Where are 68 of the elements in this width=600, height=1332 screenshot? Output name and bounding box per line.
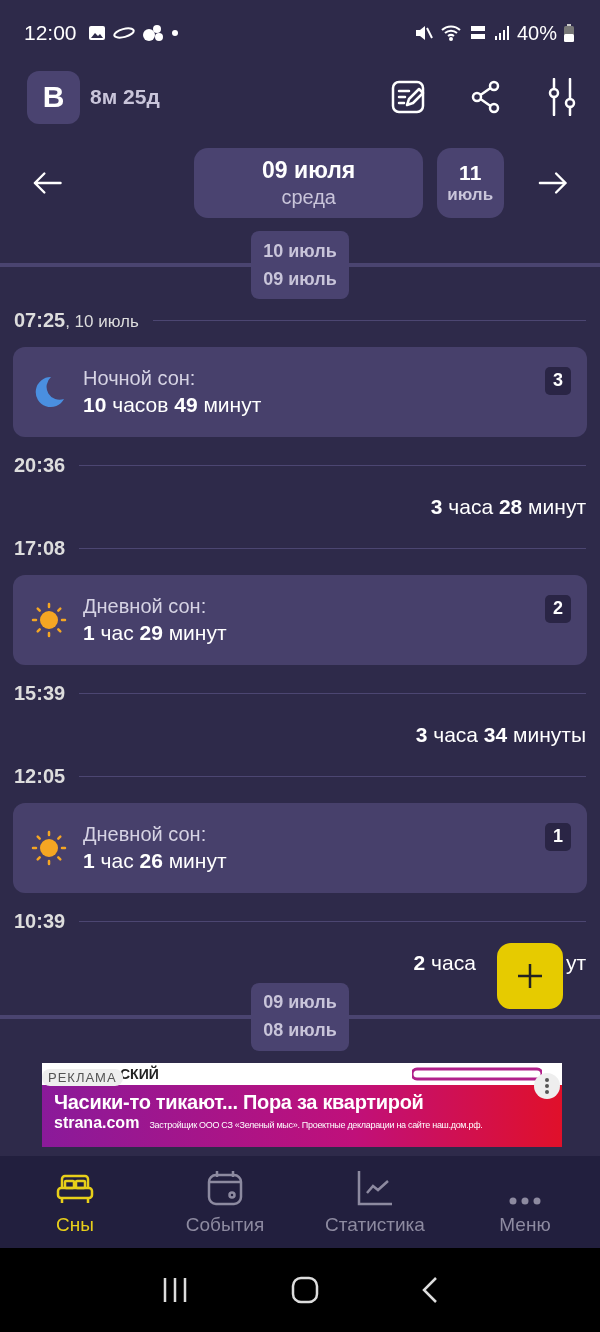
back-icon[interactable] — [421, 1276, 439, 1304]
awake-duration: 2 часа — [413, 951, 476, 976]
sleep-duration: 1 час 26 минут — [83, 849, 227, 874]
back-arrow-icon[interactable] — [32, 171, 63, 195]
awake-duration: 3 часа 28 минут — [430, 495, 586, 520]
sleep-number: 3 — [545, 366, 571, 395]
sleep-number: 1 — [545, 822, 571, 851]
nav-tab[interactable]: Сны — [0, 1156, 150, 1248]
forward-arrow-icon[interactable] — [537, 171, 568, 195]
awake-duration: 3 часа 34 минуты — [415, 723, 586, 748]
profile-avatar[interactable]: B — [27, 70, 80, 124]
ad-headline: Часики-то тикают... Пора за квартирой — [54, 1091, 425, 1114]
nav-tab[interactable]: События — [150, 1156, 300, 1248]
current-date-card[interactable]: 09 июля среда — [194, 148, 423, 218]
date-label: 09 июль — [263, 992, 337, 1014]
nav-tab[interactable]: Меню — [450, 1156, 600, 1248]
plus-icon — [516, 962, 544, 990]
date-label: 09 июль — [263, 268, 337, 290]
recent-apps-icon[interactable] — [161, 1277, 189, 1303]
edit-note-icon[interactable] — [390, 79, 426, 115]
sleep-type: Дневной сон: — [83, 595, 208, 619]
share-icon[interactable] — [470, 80, 502, 114]
status-time: 12:00 — [24, 21, 77, 45]
next-month: июль — [447, 185, 494, 205]
next-date-card[interactable]: 11 июль — [436, 148, 504, 218]
ad-site: strana.com — [54, 1114, 140, 1132]
time-label: 15:39 — [14, 681, 66, 705]
sleep-card[interactable]: Дневной сон: 1 час 29 минут 2 — [13, 574, 587, 666]
date-label: 10 июль — [263, 240, 337, 262]
sun-icon — [31, 830, 67, 867]
date-label: 08 июль — [263, 1020, 337, 1042]
sleep-type: Ночной сон: — [83, 367, 197, 391]
current-date: 09 июля — [262, 157, 356, 184]
calendar-icon — [207, 1170, 243, 1206]
more-dots-icon — [509, 1196, 541, 1206]
time-label: 20:36 — [14, 453, 66, 477]
child-age: 8м 25д — [90, 85, 160, 109]
add-button[interactable] — [497, 943, 563, 1009]
current-weekday: среда — [281, 186, 336, 209]
battery-icon — [564, 24, 574, 42]
sun-icon — [31, 602, 67, 639]
time-label: 07:25, 10 июль — [14, 309, 139, 333]
time-label: 12:05 — [14, 765, 66, 789]
sleep-duration: 10 часов 49 минут — [83, 393, 262, 418]
bed-icon — [56, 1174, 94, 1206]
wifi-icon — [439, 24, 462, 42]
gallery-icon — [87, 25, 106, 41]
sleep-card[interactable]: Дневной сон: 1 час 26 минут 1 — [13, 802, 587, 894]
sleep-number: 2 — [545, 594, 571, 623]
nav-tab[interactable]: Статистика — [300, 1156, 450, 1248]
bubbles-icon — [141, 24, 164, 42]
ad-disclaimer: Застройщик ООО СЗ «Зеленый мыс». Проектные декларации на сайте наш.дом.рф. — [149, 1120, 483, 1130]
time-label: 10:39 — [14, 909, 66, 933]
sleep-type: Дневной сон: — [83, 823, 208, 847]
settings-sliders-icon[interactable] — [546, 78, 578, 116]
ad-brand-text: СКИЙ — [120, 1066, 159, 1082]
home-icon[interactable] — [291, 1276, 319, 1304]
more-icon[interactable] — [534, 1073, 560, 1099]
awake-duration-end: ут — [565, 951, 586, 976]
sleep-duration: 1 час 29 минут — [83, 621, 227, 646]
next-day: 11 — [459, 161, 482, 185]
sleep-card[interactable]: Ночной сон: 10 часов 49 минут 3 — [13, 346, 587, 438]
dot-icon — [170, 29, 179, 37]
mute-icon — [414, 25, 433, 41]
battery-percent: 40% — [516, 21, 557, 45]
time-label: 17:08 — [14, 537, 66, 561]
signal-icon — [493, 25, 510, 41]
chart-icon — [357, 1170, 393, 1206]
